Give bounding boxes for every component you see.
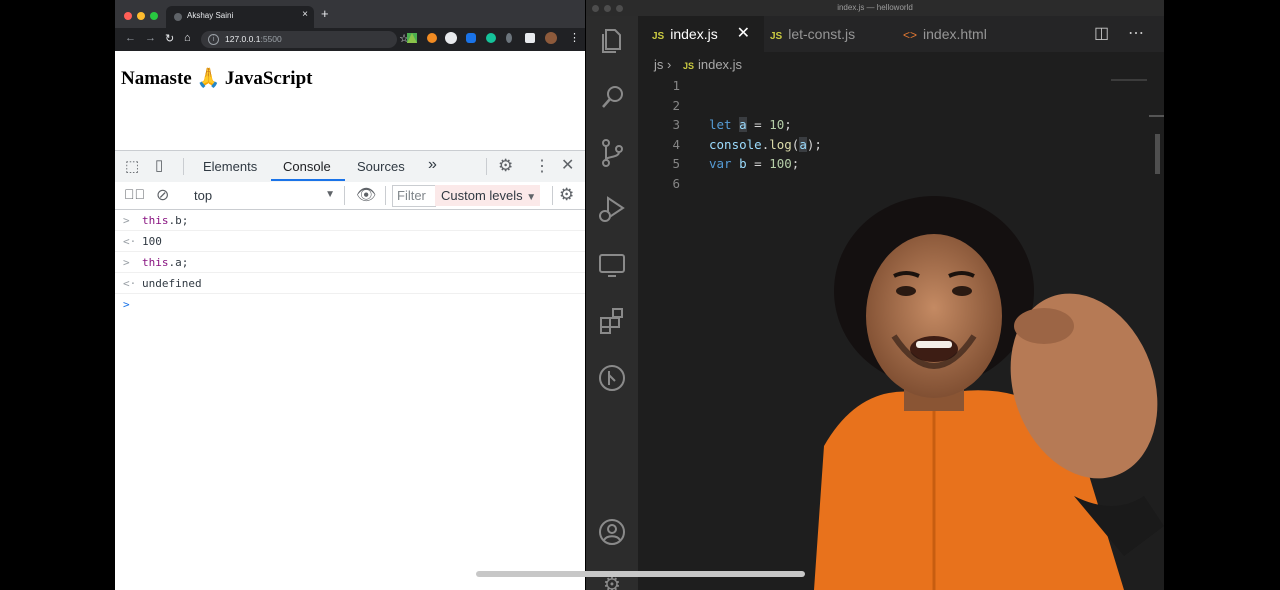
code-editor[interactable]: 1 2 3 let a = 10; 4 console.log(a); 5 var b…	[638, 76, 1164, 193]
browser-tab[interactable]: Akshay Saini ×	[166, 6, 314, 28]
page-heading: Namaste 🙏 JavaScript	[121, 68, 313, 89]
settings-gear-icon[interactable]: ⚙	[498, 156, 513, 176]
live-expression-eye-icon[interactable]: 👁	[356, 185, 376, 205]
inspect-element-icon[interactable]: ⬚	[125, 157, 139, 175]
home-indicator-bar[interactable]	[476, 571, 805, 577]
devtools-menu-icon[interactable]: ⋮	[534, 156, 550, 176]
presenter-webcam-image	[814, 196, 1164, 590]
git-graph-icon[interactable]	[586, 363, 638, 393]
browser-titlebar: Akshay Saini × + ← → ↻ ⌂ i 127.0.0.1:550…	[115, 0, 585, 51]
code-line: 1	[672, 78, 680, 93]
extension-zoom-icon[interactable]	[466, 33, 476, 43]
extensions-icon[interactable]	[586, 306, 638, 336]
extension-pen-icon[interactable]	[506, 33, 512, 43]
clear-console-icon[interactable]: ⊘	[156, 185, 169, 205]
split-editor-icon[interactable]: ◫	[1094, 16, 1109, 52]
minimap[interactable]	[1111, 79, 1147, 81]
breadcrumb-folder[interactable]: js	[654, 57, 663, 72]
back-icon[interactable]: ←	[125, 32, 136, 44]
close-devtools-icon[interactable]: ✕	[561, 155, 574, 175]
console-result-line: <· undefined	[115, 273, 585, 294]
extension-vue-icon[interactable]	[407, 33, 417, 43]
new-tab-button[interactable]: +	[321, 6, 329, 21]
log-levels-dropdown[interactable]: Custom levels ▼	[435, 185, 540, 206]
extensions-puzzle-icon[interactable]	[525, 33, 535, 43]
scrollbar-marker	[1149, 115, 1164, 117]
more-tabs-icon[interactable]: »	[428, 156, 437, 174]
code-line: 6	[672, 175, 680, 191]
tab-index-js[interactable]: JS index.js ✕	[638, 16, 764, 52]
console-output: > this.b; <· 100 > this.a; <· undefined …	[115, 210, 585, 314]
more-actions-icon[interactable]: ⋯	[1128, 16, 1144, 52]
tab-close-icon[interactable]: ×	[302, 9, 308, 20]
close-window-button[interactable]	[124, 12, 132, 20]
run-debug-icon[interactable]	[586, 194, 638, 224]
close-tab-icon[interactable]: ✕	[737, 16, 750, 52]
minimize-window-button[interactable]	[137, 12, 145, 20]
tab-let-const-js[interactable]: JS let-const.js	[770, 16, 855, 52]
console-input-line: > this.a;	[115, 252, 585, 273]
device-toolbar-icon[interactable]: ▯	[155, 156, 163, 174]
chevron-down-icon: ▼	[325, 189, 335, 200]
vscode-titlebar: index.js — helloworld	[586, 0, 1164, 16]
vscode-window: index.js — helloworld ⚙ JS index.js ✕ JS…	[586, 0, 1164, 590]
accounts-icon[interactable]	[586, 517, 638, 547]
tab-elements[interactable]: Elements	[203, 159, 257, 174]
tab-sources[interactable]: Sources	[357, 159, 405, 174]
code-line: 3 let a = 10;	[672, 117, 792, 132]
editor-scrollbar[interactable]	[1155, 134, 1160, 174]
extension-grammarly-icon[interactable]	[486, 33, 496, 43]
profile-avatar[interactable]	[545, 32, 557, 44]
tab-title: Akshay Saini	[187, 11, 234, 20]
browser-window: Akshay Saini × + ← → ↻ ⌂ i 127.0.0.1:550…	[115, 0, 585, 590]
explorer-files-icon[interactable]	[586, 26, 638, 56]
extension-orange-icon[interactable]	[427, 33, 437, 43]
window-title: index.js — helloworld	[837, 3, 913, 12]
console-prompt[interactable]: >	[115, 294, 585, 314]
show-sidebar-icon[interactable]: ▶⃞	[124, 186, 145, 202]
console-result-line: <· 100	[115, 231, 585, 252]
search-icon[interactable]	[586, 82, 638, 112]
extension-disabled-icon[interactable]	[445, 32, 457, 44]
filter-input[interactable]: Filter	[392, 185, 436, 207]
remote-explorer-icon[interactable]	[586, 250, 638, 280]
breadcrumb-file[interactable]: index.js	[698, 57, 742, 72]
active-tab-indicator	[271, 179, 345, 181]
breadcrumb: js › JS index.js	[654, 57, 743, 72]
console-settings-gear-icon[interactable]: ⚙	[559, 185, 574, 205]
reload-icon[interactable]: ↻	[165, 32, 174, 45]
tab-index-html[interactable]: <> index.html	[903, 16, 987, 52]
code-line: 2	[672, 97, 680, 113]
forward-icon[interactable]: →	[145, 32, 156, 44]
code-line: 4 console.log(a);	[672, 136, 822, 152]
console-toolbar: ▶⃞ ⊘ top ▼ 👁 Filter Custom levels ▼ ⚙	[115, 182, 585, 210]
browser-toolbar: ← → ↻ ⌂ i 127.0.0.1:5500 ☆	[115, 28, 585, 51]
home-icon[interactable]: ⌂	[184, 32, 191, 44]
url-text: 127.0.0.1:5500	[225, 34, 282, 44]
source-control-icon[interactable]	[586, 138, 638, 168]
context-select[interactable]: top ▼	[194, 188, 335, 203]
maximize-window-button[interactable]	[150, 12, 158, 20]
code-line: 5 var b = 100;	[672, 156, 800, 171]
console-input-line: > this.b;	[115, 210, 585, 231]
tab-console[interactable]: Console	[283, 159, 331, 174]
activity-bar: ⚙	[586, 16, 638, 590]
devtools-tabbar: ⬚ ▯ Elements Console Sources » ⚙ ⋮ ✕	[115, 150, 585, 183]
tab-favicon-icon	[174, 13, 182, 21]
browser-menu-icon[interactable]: ⋮	[569, 31, 580, 44]
address-bar[interactable]: i 127.0.0.1:5500 ☆	[201, 31, 409, 48]
editor-tabs: JS index.js ✕ JS let-const.js <> index.html…	[638, 16, 1164, 52]
site-info-icon[interactable]: i	[208, 34, 219, 45]
